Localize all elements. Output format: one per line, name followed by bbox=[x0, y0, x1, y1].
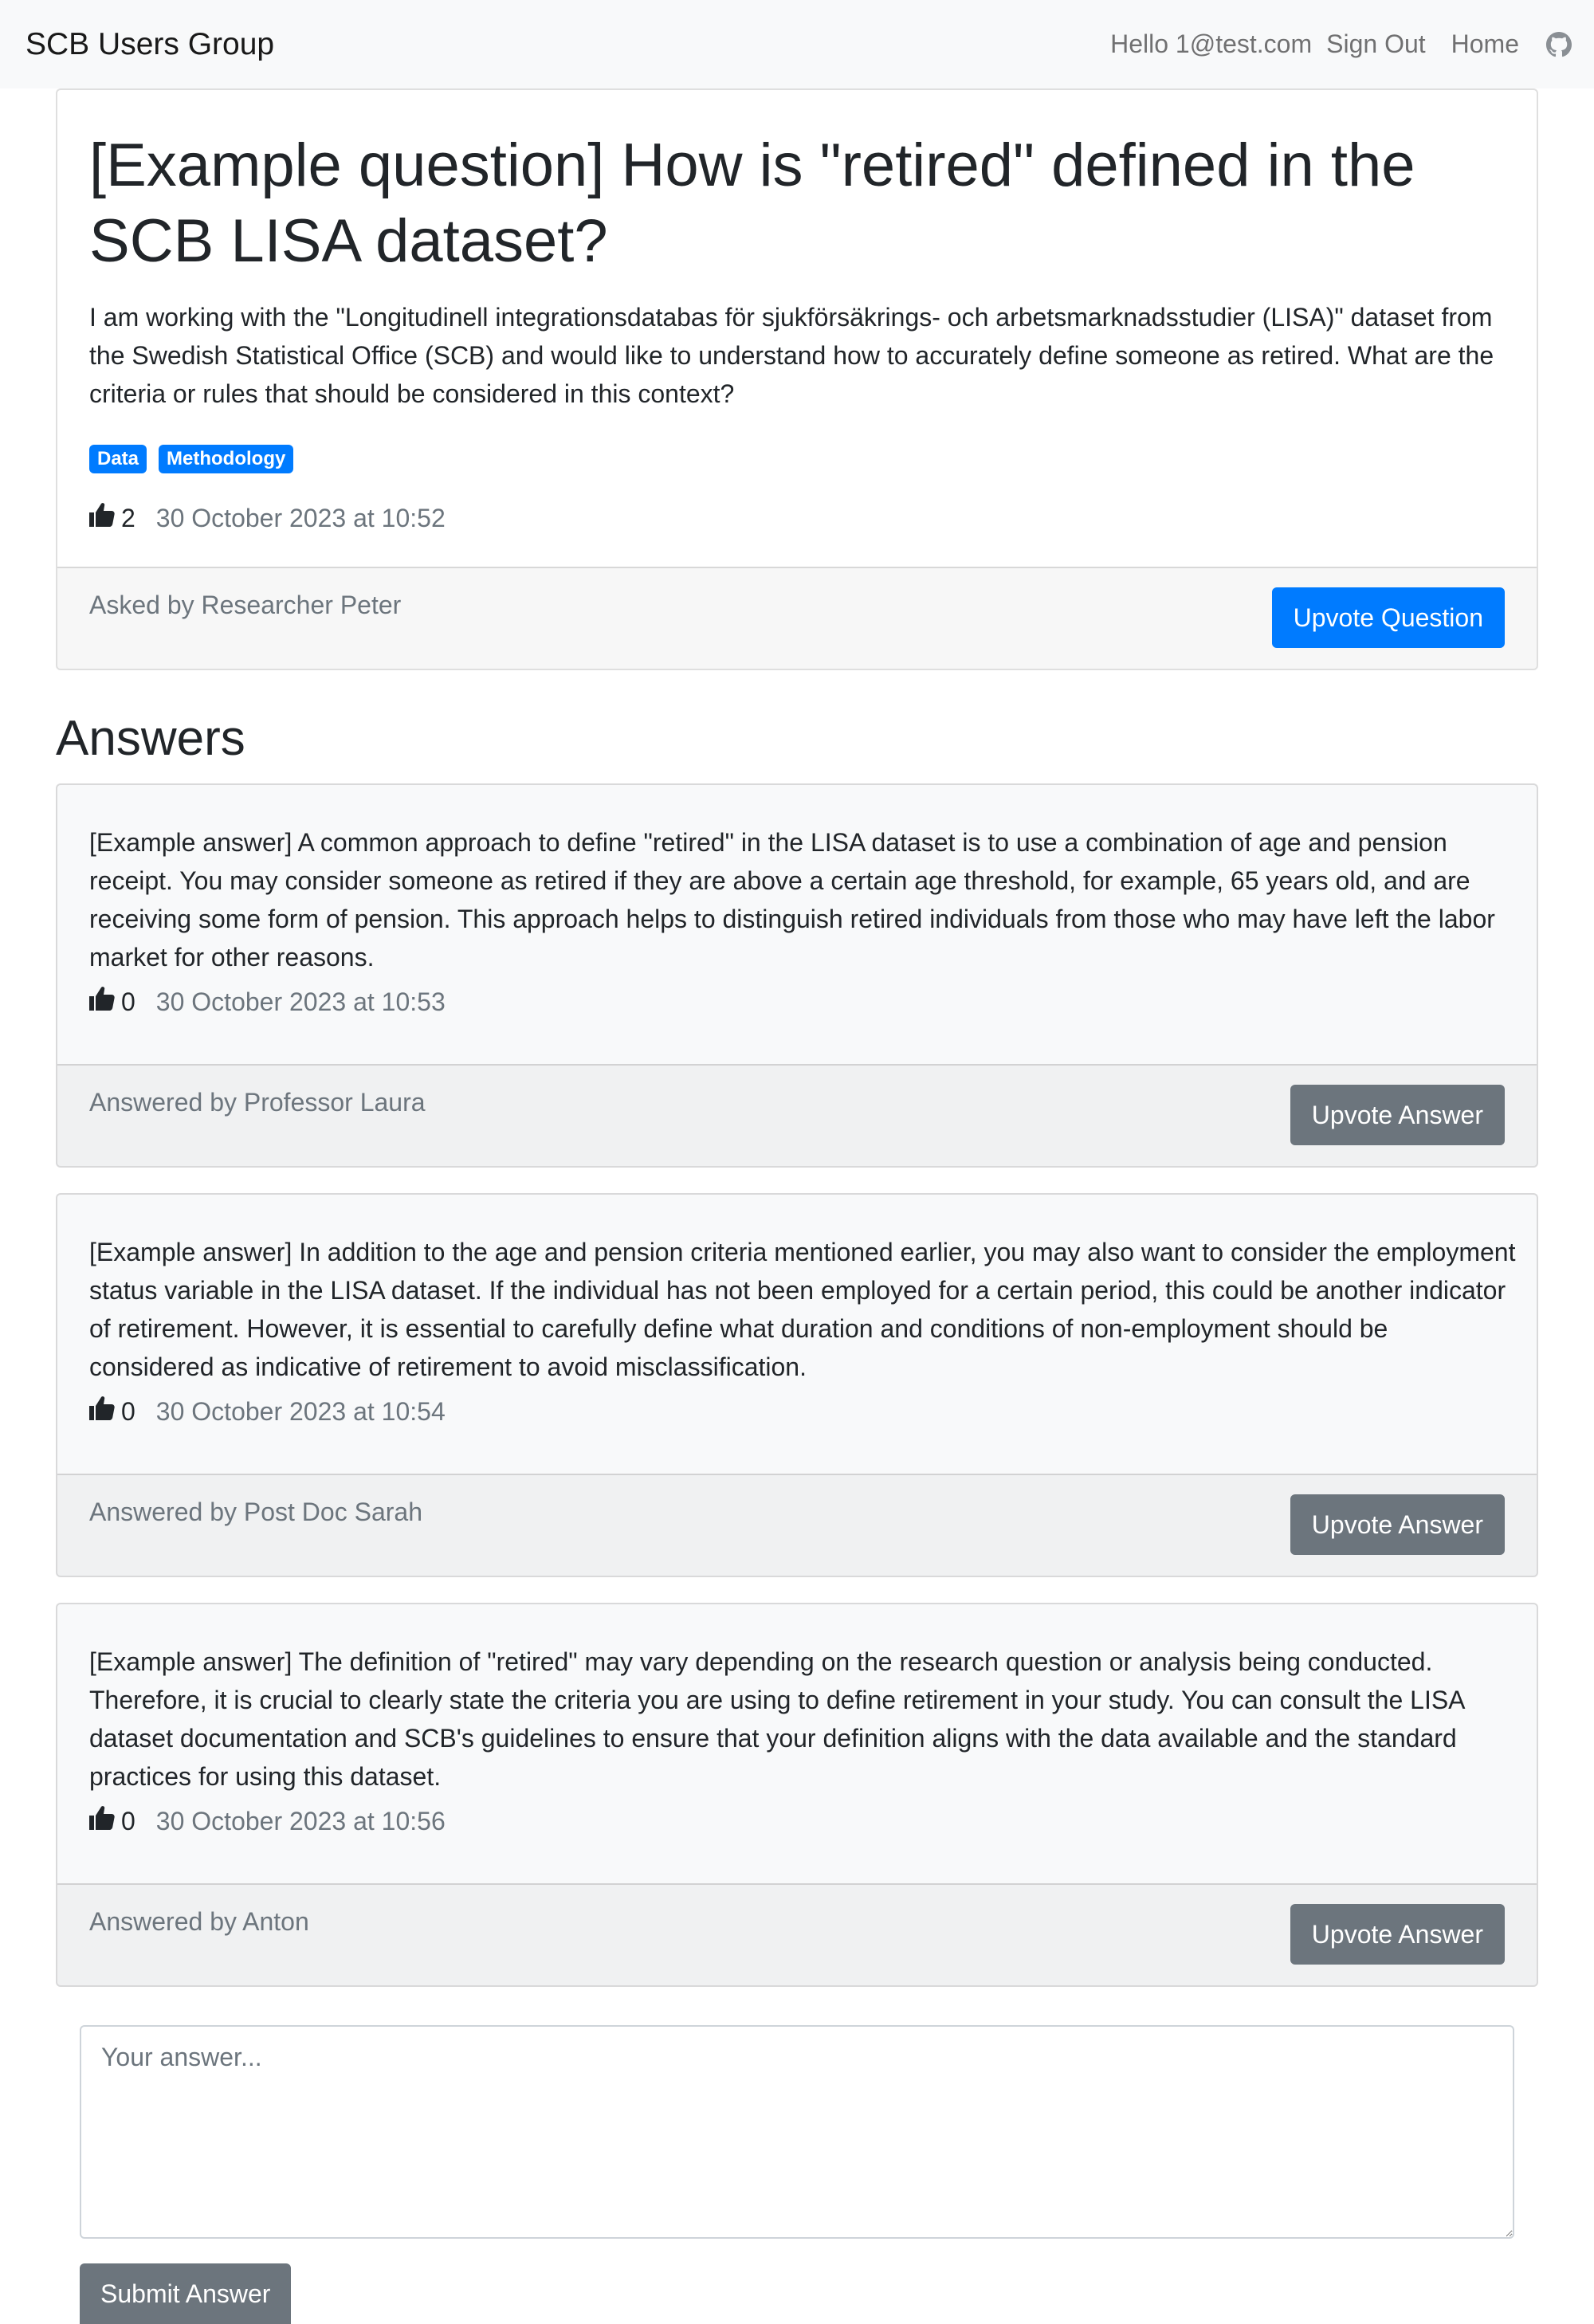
answer-text: [Example answer] A common approach to de… bbox=[89, 828, 1495, 972]
upvote-answer-button[interactable]: Upvote Answer bbox=[1290, 1494, 1505, 1555]
brand-link[interactable]: SCB Users Group bbox=[26, 0, 274, 88]
answer-meta: 0 30 October 2023 at 10:53 bbox=[89, 987, 446, 1017]
thumbs-up-icon bbox=[89, 1806, 115, 1836]
question-meta: 2 30 October 2023 at 10:52 bbox=[89, 503, 446, 533]
question-tags: Data Methodology bbox=[89, 445, 294, 473]
tag-badge[interactable]: Methodology bbox=[159, 445, 294, 473]
home-link[interactable]: Home bbox=[1451, 29, 1519, 59]
thumbs-up-icon bbox=[89, 1396, 115, 1427]
question-date: 30 October 2023 at 10:52 bbox=[155, 503, 446, 532]
upvote-answer-button[interactable]: Upvote Answer bbox=[1290, 1085, 1505, 1145]
answer-footer: Answered by Anton Upvote Answer bbox=[57, 1883, 1537, 1985]
answer-footer: Answered by Post Doc Sarah Upvote Answer bbox=[57, 1474, 1537, 1576]
nav-links: Hello 1@test.com Sign Out Home bbox=[1110, 0, 1572, 88]
answer-vote-count: 0 bbox=[121, 1806, 135, 1835]
thumbs-up-icon bbox=[89, 987, 115, 1017]
thumbs-up-icon bbox=[89, 503, 115, 533]
answer-card: [Example answer] A common approach to de… bbox=[56, 783, 1538, 1168]
user-greeting: Hello 1@test.com bbox=[1110, 29, 1313, 58]
answer-text: [Example answer] The definition of "reti… bbox=[89, 1647, 1464, 1791]
tag-badge[interactable]: Data bbox=[89, 445, 147, 473]
answer-meta: 0 30 October 2023 at 10:54 bbox=[89, 1396, 446, 1427]
question-card: [Example question] How is "retired" defi… bbox=[56, 88, 1538, 670]
answer-date: 30 October 2023 at 10:54 bbox=[155, 1396, 446, 1426]
upvote-question-button[interactable]: Upvote Question bbox=[1271, 587, 1505, 648]
answer-vote-count: 0 bbox=[121, 987, 135, 1016]
submit-answer-button[interactable]: Submit Answer bbox=[80, 2263, 292, 2324]
question-title: [Example question] How is "retired" defi… bbox=[89, 132, 1415, 275]
github-icon[interactable] bbox=[1546, 31, 1572, 57]
question-footer: Asked by Researcher Peter Upvote Questio… bbox=[57, 567, 1537, 669]
answer-date: 30 October 2023 at 10:53 bbox=[155, 987, 446, 1016]
navbar: SCB Users Group Hello 1@test.com Sign Ou… bbox=[0, 0, 1594, 88]
answered-by: Answered by Professor Laura bbox=[89, 1088, 426, 1117]
asked-by: Asked by Researcher Peter bbox=[89, 591, 402, 619]
answered-by: Answered by Anton bbox=[89, 1907, 309, 1936]
answer-date: 30 October 2023 at 10:56 bbox=[155, 1806, 446, 1835]
answer-textarea[interactable] bbox=[80, 2025, 1514, 2239]
answered-by: Answered by Post Doc Sarah bbox=[89, 1498, 422, 1526]
answers-heading: Answers bbox=[56, 711, 245, 766]
upvote-answer-button[interactable]: Upvote Answer bbox=[1290, 1904, 1505, 1965]
question-body: I am working with the "Longitudinell int… bbox=[89, 303, 1494, 408]
answer-card: [Example answer] In addition to the age … bbox=[56, 1193, 1538, 1577]
answer-meta: 0 30 October 2023 at 10:56 bbox=[89, 1806, 446, 1836]
answer-text: [Example answer] In addition to the age … bbox=[89, 1238, 1516, 1381]
sign-out-link[interactable]: Sign Out bbox=[1326, 29, 1426, 59]
answer-footer: Answered by Professor Laura Upvote Answe… bbox=[57, 1064, 1537, 1166]
question-vote-count: 2 bbox=[121, 503, 135, 532]
answer-vote-count: 0 bbox=[121, 1396, 135, 1426]
answer-card: [Example answer] The definition of "reti… bbox=[56, 1603, 1538, 1987]
